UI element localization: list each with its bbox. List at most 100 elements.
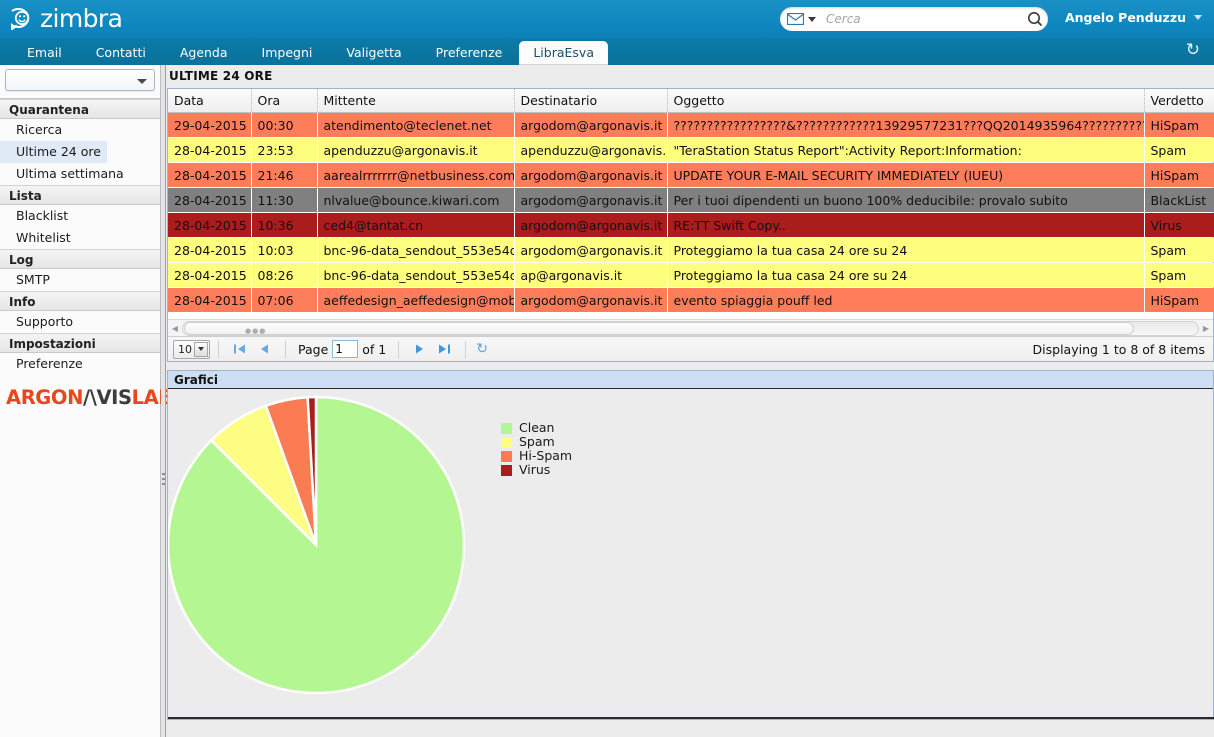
first-page-button[interactable]: [231, 341, 248, 358]
table-row[interactable]: 29-04-2015 00:30 atendimento@teclenet.ne…: [168, 112, 1214, 138]
scroll-track[interactable]: ●●●: [182, 320, 1199, 336]
legend-swatch-clean: [501, 422, 512, 434]
table-row[interactable]: 28-04-2015 10:03 bnc-96-data_sendout_553…: [168, 237, 1214, 263]
cell-verdetto: Spam: [1144, 237, 1214, 263]
sidebar-item-whitelist[interactable]: Whitelist: [0, 227, 160, 249]
cell-destinatario: ap@argonavis.it: [514, 262, 668, 288]
toolbar-separator: [398, 340, 400, 358]
table-header-row: Data Ora Mittente Destinatario Oggetto V…: [168, 89, 1214, 113]
chevron-down-icon[interactable]: [137, 79, 147, 84]
sidebar-item-blacklist[interactable]: Blacklist: [0, 205, 160, 227]
charts-panel: Grafici Clean Spam Hi-Spam Virus: [167, 370, 1214, 720]
legend-item-virus: Virus: [501, 463, 572, 477]
sidebar-item-ultime-24-ore[interactable]: Ultime 24 ore: [0, 141, 107, 163]
grid-horizontal-scrollbar[interactable]: ◀ ●●● ▶: [168, 319, 1213, 336]
panel-bottom-rule: [168, 717, 1214, 719]
table-row[interactable]: 28-04-2015 21:46 aarealrrrrrrr@netbusine…: [168, 162, 1214, 188]
legend-item-clean: Clean: [501, 421, 572, 435]
search-input[interactable]: [824, 11, 1024, 27]
cell-data: 29-04-2015: [168, 112, 252, 138]
search-icon[interactable]: [1024, 9, 1048, 29]
page-total-label: of 1: [362, 341, 387, 357]
zimbra-smiley-logo-icon: [9, 8, 37, 31]
sidebar-item-supporto[interactable]: Supporto: [0, 311, 160, 333]
legend-swatch-virus: [501, 464, 512, 476]
cell-destinatario: argodom@argonavis.it: [514, 112, 668, 138]
sidebar-item-ricerca[interactable]: Ricerca: [0, 119, 160, 141]
table-row[interactable]: 28-04-2015 08:26 bnc-96-data_sendout_553…: [168, 262, 1214, 288]
sidebar-item-smtp[interactable]: SMTP: [0, 269, 160, 291]
quarantine-grid-panel: Data Ora Mittente Destinatario Oggetto V…: [167, 88, 1214, 362]
sidebar-item-ultima-settimana[interactable]: Ultima settimana: [0, 163, 160, 185]
sidebar-group-quarantena: Quarantena: [0, 99, 160, 119]
cell-mittente: bnc-96-data_sendout_553e54dc: [317, 262, 515, 288]
argonavislab-logo: ARGON/\VISLAB: [6, 386, 173, 409]
scroll-grip-icon: ●●●: [245, 326, 267, 335]
cell-destinatario: apenduzzu@argonavis.it: [514, 137, 668, 163]
cell-oggetto: ?????????????????&????????????1392957723…: [667, 112, 1145, 138]
user-menu[interactable]: Angelo Penduzzu: [1065, 10, 1202, 25]
toolbar-separator: [285, 340, 286, 358]
legend-label-spam: Spam: [519, 434, 555, 449]
tab-contatti[interactable]: Contatti: [79, 40, 163, 65]
grid-refresh-icon[interactable]: ↻: [476, 341, 488, 357]
table-row[interactable]: 28-04-2015 11:30 nlvalue@bounce.kiwari.c…: [168, 187, 1214, 213]
search-box[interactable]: [780, 7, 1048, 31]
refresh-icon[interactable]: ↻: [1186, 42, 1200, 59]
sidebar-group-lista: Lista: [0, 185, 160, 205]
table-row[interactable]: 28-04-2015 10:36 ced4@tantat.cn argodom@…: [168, 212, 1214, 238]
sidebar-splitter[interactable]: [161, 65, 166, 737]
page-label: Page: [298, 341, 329, 357]
cell-mittente: atendimento@teclenet.net: [317, 112, 515, 138]
mail-envelope-icon[interactable]: [786, 12, 805, 26]
scroll-thumb[interactable]: ●●●: [184, 321, 1134, 335]
table-row[interactable]: 28-04-2015 07:06 aeffedesign_aeffedesign…: [168, 287, 1214, 313]
tab-agenda[interactable]: Agenda: [163, 40, 245, 65]
sidebar-group-info: Info: [0, 291, 160, 311]
page-size-select[interactable]: 10: [173, 339, 210, 359]
sidebar-group-impostazioni: Impostazioni: [0, 333, 160, 353]
cell-ora: 08:26: [251, 262, 318, 288]
chevron-down-icon[interactable]: [1194, 15, 1202, 20]
tab-email[interactable]: Email: [10, 40, 79, 65]
sidebar-item-preferenze[interactable]: Preferenze: [0, 353, 160, 375]
toolbar-separator: [465, 340, 467, 358]
column-header-verdetto[interactable]: Verdetto: [1144, 89, 1214, 113]
page-number-input[interactable]: [332, 340, 359, 358]
page-size-dropdown-button[interactable]: [194, 341, 208, 357]
column-header-ora[interactable]: Ora: [251, 89, 318, 113]
scroll-right-icon[interactable]: ▶: [1199, 321, 1213, 336]
tab-valigetta[interactable]: Valigetta: [329, 40, 418, 65]
scroll-left-icon[interactable]: ◀: [168, 321, 182, 336]
column-header-oggetto[interactable]: Oggetto: [667, 89, 1145, 113]
prev-page-button[interactable]: [256, 341, 273, 358]
cell-data: 28-04-2015: [168, 287, 252, 313]
vendor-logo-part1: ARGON: [6, 386, 84, 409]
legend-item-hi-spam: Hi-Spam: [501, 449, 572, 463]
column-header-mittente[interactable]: Mittente: [317, 89, 515, 113]
sidebar-nav: Quarantena Ricerca Ultime 24 ore Ultima …: [0, 98, 160, 375]
cell-ora: 10:36: [251, 212, 318, 238]
quarantine-pie-chart: [168, 395, 466, 695]
content-pane: ULTIME 24 ORE Data Ora Mittente Destinat…: [167, 65, 1214, 737]
zimbra-logo[interactable]: zimbra: [9, 3, 123, 33]
tab-libraesva[interactable]: LibraEsva: [519, 41, 608, 65]
workspace: Quarantena Ricerca Ultime 24 ore Ultima …: [0, 65, 1214, 737]
tab-preferenze[interactable]: Preferenze: [419, 40, 520, 65]
splitter-grip-icon: [162, 473, 165, 490]
column-header-destinatario[interactable]: Destinatario: [514, 89, 668, 113]
charts-panel-title: Grafici: [168, 371, 1213, 389]
search-scope-chevron-down-icon[interactable]: [808, 16, 816, 22]
table-row[interactable]: 28-04-2015 23:53 apenduzzu@argonavis.it …: [168, 137, 1214, 163]
brand-name: zimbra: [40, 3, 123, 33]
next-page-button[interactable]: [411, 341, 428, 358]
legend-label-virus: Virus: [519, 462, 551, 477]
legend-label-clean: Clean: [519, 420, 555, 435]
cell-oggetto: evento spiaggia pouff led: [667, 287, 1145, 313]
legend-swatch-hi-spam: [501, 450, 512, 462]
tab-impegni[interactable]: Impegni: [245, 40, 330, 65]
domain-select[interactable]: [5, 69, 155, 91]
last-page-button[interactable]: [436, 341, 453, 358]
cell-mittente: ced4@tantat.cn: [317, 212, 515, 238]
column-header-data[interactable]: Data: [168, 89, 252, 113]
